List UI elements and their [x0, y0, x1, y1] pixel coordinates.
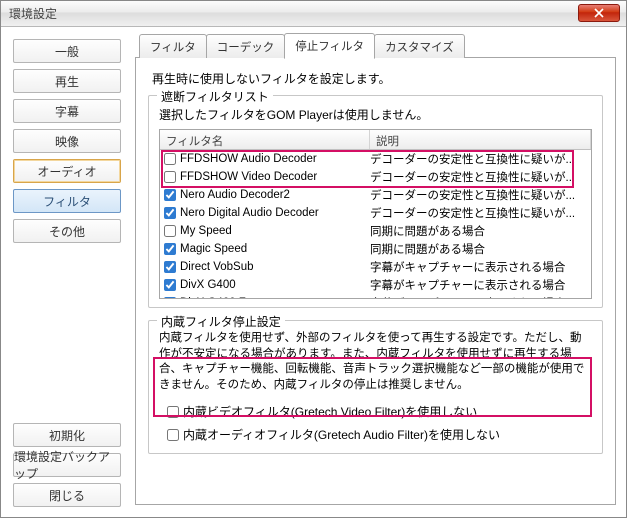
column-header-desc[interactable]: 説明	[370, 130, 591, 149]
sidebar-bottom: 初期化 環境設定バックアップ 閉じる	[13, 423, 121, 507]
checkbox-input[interactable]	[167, 429, 179, 441]
reset-button[interactable]: 初期化	[13, 423, 121, 447]
listview-header: フィルタ名 説明	[160, 130, 591, 150]
sidebar-item-other[interactable]: その他	[13, 219, 121, 243]
panel-description: 再生時に使用しないフィルタを設定します。	[152, 70, 603, 87]
group-internal-filter: 内蔵フィルタ停止設定 内蔵フィルタを使用せず、外部のフィルタを使って再生する設定…	[148, 320, 603, 454]
tab-customize[interactable]: カスタマイズ	[374, 34, 465, 58]
table-row[interactable]: Nero Digital Audio Decoderデコーダーの安定性と互換性に…	[160, 204, 591, 222]
tab-panel: 再生時に使用しないフィルタを設定します。 遮断フィルタリスト 選択したフィルタを…	[135, 57, 616, 505]
close-button[interactable]	[578, 4, 620, 22]
group-internal-legend: 内蔵フィルタ停止設定	[157, 313, 285, 330]
row-desc: デコーダーの安定性と互換性に疑いが...	[370, 205, 591, 221]
checkbox-disable-video-filter[interactable]: 内蔵ビデオフィルタ(Gretech Video Filter)を使用しない	[167, 403, 592, 420]
row-name: My Speed	[180, 225, 370, 237]
column-header-name[interactable]: フィルタ名	[160, 130, 370, 149]
tab-filter[interactable]: フィルタ	[139, 34, 207, 58]
sidebar-item-subtitle[interactable]: 字幕	[13, 99, 121, 123]
row-checkbox[interactable]	[164, 153, 176, 165]
table-row[interactable]: DivX G400字幕がキャプチャーに表示される場合	[160, 276, 591, 294]
table-row[interactable]: Nero Audio Decoder2デコーダーの安定性と互換性に疑いが...	[160, 186, 591, 204]
backup-button[interactable]: 環境設定バックアップ	[13, 453, 121, 477]
table-row[interactable]: Direct VobSub字幕がキャプチャーに表示される場合	[160, 258, 591, 276]
tabstrip: フィルタ コーデック 停止フィルタ カスタマイズ	[139, 33, 616, 58]
row-desc: 同期に問題がある場合	[370, 241, 591, 257]
group-blocklist-legend: 遮断フィルタリスト	[157, 88, 273, 105]
group-internal-desc: 内蔵フィルタを使用せず、外部のフィルタを使って再生する設定です。ただし、動作が不…	[159, 331, 592, 393]
row-desc: 字幕がキャプチャーに表示される場合	[370, 295, 591, 298]
row-checkbox[interactable]	[164, 225, 176, 237]
tab-codec[interactable]: コーデック	[206, 34, 286, 58]
table-row[interactable]: Magic Speed同期に問題がある場合	[160, 240, 591, 258]
row-desc: デコーダーの安定性と互換性に疑いが...	[370, 151, 591, 167]
checkbox-disable-audio-filter[interactable]: 内蔵オーディオフィルタ(Gretech Audio Filter)を使用しない	[167, 426, 592, 443]
table-row[interactable]: My Speed同期に問題がある場合	[160, 222, 591, 240]
window-body: 一般 再生 字幕 映像 オーディオ フィルタ その他 初期化 環境設定バックアッ…	[1, 27, 626, 517]
row-checkbox[interactable]	[164, 297, 176, 298]
filter-listview[interactable]: フィルタ名 説明 FFDSHOW Audio Decoderデコーダーの安定性と…	[159, 129, 592, 299]
table-row[interactable]: FFDSHOW Audio Decoderデコーダーの安定性と互換性に疑いが..…	[160, 150, 591, 168]
row-name: FFDSHOW Audio Decoder	[180, 153, 370, 165]
titlebar: 環境設定	[1, 1, 626, 27]
group-blocklist: 遮断フィルタリスト 選択したフィルタをGOM Playerは使用しません。 フィ…	[148, 95, 603, 308]
row-checkbox[interactable]	[164, 261, 176, 273]
row-desc: デコーダーの安定性と互換性に疑いが...	[370, 187, 591, 203]
row-name: Nero Audio Decoder2	[180, 189, 370, 201]
listview-body[interactable]: FFDSHOW Audio Decoderデコーダーの安定性と互換性に疑いが..…	[160, 150, 591, 298]
row-checkbox[interactable]	[164, 171, 176, 183]
row-name: DivX G400	[180, 279, 370, 291]
table-row[interactable]: DivX G400 Force字幕がキャプチャーに表示される場合	[160, 294, 591, 298]
group-blocklist-desc: 選択したフィルタをGOM Playerは使用しません。	[159, 106, 592, 123]
row-name: Direct VobSub	[180, 261, 370, 273]
row-checkbox[interactable]	[164, 207, 176, 219]
sidebar-item-filter[interactable]: フィルタ	[13, 189, 121, 213]
sidebar-item-video[interactable]: 映像	[13, 129, 121, 153]
sidebar: 一般 再生 字幕 映像 オーディオ フィルタ その他 初期化 環境設定バックアッ…	[1, 27, 131, 517]
row-desc: デコーダーの安定性と互換性に疑いが...	[370, 169, 591, 185]
sidebar-item-general[interactable]: 一般	[13, 39, 121, 63]
row-checkbox[interactable]	[164, 189, 176, 201]
window-title: 環境設定	[9, 5, 57, 22]
row-name: Nero Digital Audio Decoder	[180, 207, 370, 219]
preferences-window: 環境設定 一般 再生 字幕 映像 オーディオ フィルタ その他 初期化 環境設定…	[0, 0, 627, 518]
sidebar-item-playback[interactable]: 再生	[13, 69, 121, 93]
close-dialog-button[interactable]: 閉じる	[13, 483, 121, 507]
row-checkbox[interactable]	[164, 279, 176, 291]
row-desc: 同期に問題がある場合	[370, 223, 591, 239]
row-name: Magic Speed	[180, 243, 370, 255]
row-name: FFDSHOW Video Decoder	[180, 171, 370, 183]
row-checkbox[interactable]	[164, 243, 176, 255]
close-icon	[594, 8, 604, 18]
main-panel: フィルタ コーデック 停止フィルタ カスタマイズ 再生時に使用しないフィルタを設…	[131, 27, 626, 517]
tab-stopfilter[interactable]: 停止フィルタ	[284, 33, 375, 59]
row-desc: 字幕がキャプチャーに表示される場合	[370, 277, 591, 293]
sidebar-item-audio[interactable]: オーディオ	[13, 159, 121, 183]
row-name: DivX G400 Force	[180, 297, 370, 298]
row-desc: 字幕がキャプチャーに表示される場合	[370, 259, 591, 275]
table-row[interactable]: FFDSHOW Video Decoderデコーダーの安定性と互換性に疑いが..…	[160, 168, 591, 186]
checkbox-input[interactable]	[167, 406, 179, 418]
